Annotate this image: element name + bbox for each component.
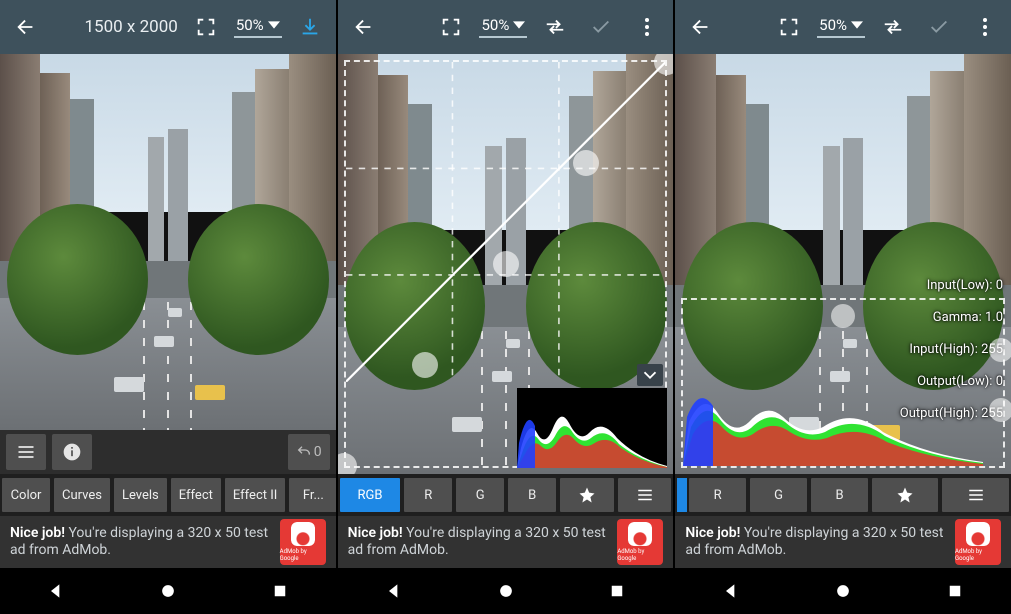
tab-effect2[interactable]: Effect II	[225, 478, 285, 512]
zoom-dropdown[interactable]: 50%	[479, 16, 527, 38]
panel-curves: 50%	[338, 0, 674, 614]
back-button[interactable]	[683, 9, 719, 45]
nav-back-button[interactable]	[41, 576, 71, 606]
tool-row: 0	[0, 430, 336, 474]
back-button[interactable]	[346, 9, 382, 45]
input-low-label: Input(Low):	[927, 278, 993, 293]
panel-levels: 50%	[675, 0, 1011, 614]
tab-menu[interactable]	[618, 478, 672, 512]
nav-home-button[interactable]	[828, 576, 858, 606]
topbar: 1500 x 2000 50%	[0, 0, 336, 54]
panel-color: 1500 x 2000 50%	[0, 0, 336, 614]
levels-canvas[interactable]: Input(Low): 0 Gamma: 1.0 Input(High): 25…	[675, 54, 1011, 474]
output-high-label: Output(High):	[900, 406, 978, 421]
input-low-value: 0	[996, 278, 1003, 293]
tab-levels[interactable]: Levels	[114, 478, 167, 512]
fullscreen-button[interactable]	[433, 9, 469, 45]
ad-headline: Nice job!	[685, 525, 740, 541]
image-dimensions: 1500 x 2000	[85, 17, 178, 37]
tab-red[interactable]: R	[404, 478, 452, 512]
admob-logo-icon: AdMob by Google	[280, 519, 326, 565]
ad-headline: Nice job!	[348, 525, 403, 541]
input-high-handle[interactable]	[989, 338, 1011, 362]
undo-count: 0	[314, 444, 322, 460]
tab-effect[interactable]: Effect	[171, 478, 221, 512]
tab-color[interactable]: Color	[2, 478, 50, 512]
apply-button[interactable]	[921, 9, 957, 45]
nav-recent-button[interactable]	[265, 576, 295, 606]
category-tabs: Color Curves Levels Effect Effect II Fr.…	[0, 474, 336, 516]
nav-home-button[interactable]	[153, 576, 183, 606]
ad-banner[interactable]: Nice job! You're displaying a 320 x 50 t…	[338, 516, 674, 568]
compare-button[interactable]	[875, 9, 911, 45]
gamma-value: 1.0	[985, 310, 1003, 325]
admob-logo-icon: AdMob by Google	[955, 519, 1001, 565]
tab-rgb-indicator[interactable]	[677, 478, 687, 512]
tab-green[interactable]: G	[750, 478, 807, 512]
tab-rgb[interactable]: RGB	[340, 478, 401, 512]
compare-button[interactable]	[537, 9, 573, 45]
curve-node[interactable]	[412, 352, 438, 378]
output-low-value: 0	[996, 374, 1003, 389]
nav-back-button[interactable]	[379, 576, 409, 606]
tab-favorite[interactable]	[560, 478, 614, 512]
channel-tabs: R G B	[675, 474, 1011, 516]
output-low-label: Output(Low):	[917, 374, 992, 389]
fullscreen-button[interactable]	[771, 9, 807, 45]
nav-recent-button[interactable]	[940, 576, 970, 606]
ad-banner[interactable]: Nice job! You're displaying a 320 x 50 t…	[0, 516, 336, 568]
zoom-value: 50%	[481, 16, 509, 34]
tab-favorite[interactable]	[872, 478, 939, 512]
tab-green[interactable]: G	[456, 478, 504, 512]
levels-histogram	[683, 382, 983, 466]
ad-banner[interactable]: Nice job! You're displaying a 320 x 50 t…	[675, 516, 1011, 568]
tab-red[interactable]: R	[689, 478, 746, 512]
gamma-handle[interactable]	[831, 304, 855, 328]
tab-blue[interactable]: B	[508, 478, 556, 512]
apply-button[interactable]	[583, 9, 619, 45]
tab-menu[interactable]	[942, 478, 1009, 512]
nav-recent-button[interactable]	[602, 576, 632, 606]
tab-curves[interactable]: Curves	[54, 478, 110, 512]
topbar: 50%	[675, 0, 1011, 54]
zoom-value: 50%	[236, 16, 264, 34]
info-button[interactable]	[52, 434, 92, 470]
curves-canvas[interactable]	[338, 54, 674, 474]
zoom-dropdown[interactable]: 50%	[817, 16, 865, 38]
tab-blue[interactable]: B	[811, 478, 868, 512]
undo-button[interactable]: 0	[288, 434, 330, 470]
input-high-label: Input(High):	[909, 342, 977, 357]
zoom-dropdown[interactable]: 50%	[234, 16, 282, 38]
ad-headline: Nice job!	[10, 525, 65, 541]
download-button[interactable]	[292, 9, 328, 45]
overflow-button[interactable]	[967, 9, 1003, 45]
curve-node[interactable]	[573, 150, 599, 176]
nav-back-button[interactable]	[716, 576, 746, 606]
photo-placeholder	[0, 54, 336, 430]
nav-home-button[interactable]	[491, 576, 521, 606]
overflow-button[interactable]	[629, 9, 665, 45]
curve-node[interactable]	[493, 251, 519, 277]
admob-logo-icon: AdMob by Google	[617, 519, 663, 565]
channel-tabs: RGB R G B	[338, 474, 674, 516]
android-navbar	[338, 568, 674, 614]
histogram-panel	[517, 388, 667, 468]
fullscreen-button[interactable]	[188, 9, 224, 45]
menu-button[interactable]	[6, 434, 46, 470]
android-navbar	[675, 568, 1011, 614]
levels-overlay: Input(Low): 0 Gamma: 1.0 Input(High): 25…	[675, 298, 1011, 474]
image-canvas[interactable]	[0, 54, 336, 430]
zoom-value: 50%	[819, 16, 847, 34]
back-button[interactable]	[8, 9, 44, 45]
collapse-histogram-button[interactable]	[637, 364, 663, 386]
output-high-handle[interactable]	[989, 398, 1011, 422]
tab-frame[interactable]: Fr...	[289, 478, 335, 512]
topbar: 50%	[338, 0, 674, 54]
android-navbar	[0, 568, 336, 614]
gamma-label: Gamma:	[933, 310, 982, 325]
